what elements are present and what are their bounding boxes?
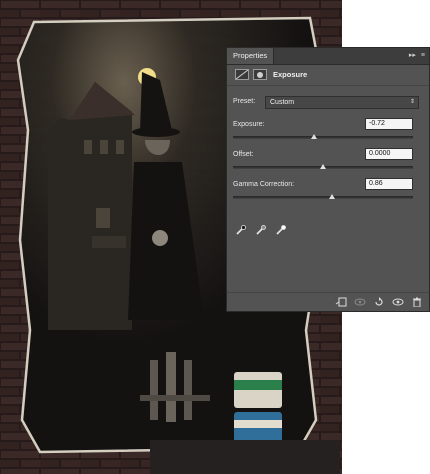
reset-icon[interactable] — [372, 296, 385, 307]
adjustment-title: Exposure — [273, 70, 308, 79]
panel-controls: ▸▸ ≡ — [409, 51, 425, 61]
offset-slider-thumb[interactable] — [320, 164, 326, 169]
eyedropper-group — [235, 224, 287, 236]
adjustment-header: Exposure — [227, 65, 429, 86]
panel-bottom-bar — [227, 292, 429, 311]
exposure-label: Exposure: — [233, 121, 265, 128]
gamma-label: Gamma Correction: — [233, 181, 295, 188]
trash-icon[interactable] — [410, 296, 423, 307]
bottom-icons — [334, 296, 423, 307]
gamma-slider[interactable] — [233, 196, 413, 199]
exposure-slider[interactable] — [233, 136, 413, 139]
preset-select[interactable]: Custom ⇕ — [265, 96, 419, 109]
exposure-input[interactable]: -0.72 — [365, 118, 413, 130]
exposure-adjustment-icon[interactable] — [235, 69, 249, 80]
gamma-slider-thumb[interactable] — [329, 194, 335, 199]
preset-row: Preset: Custom ⇕ — [233, 96, 423, 110]
clip-to-layer-icon[interactable] — [334, 296, 347, 307]
preset-label: Preset: — [233, 98, 256, 105]
offset-input[interactable]: 0.0000 — [365, 148, 413, 160]
white-point-eyedropper-icon[interactable] — [275, 224, 287, 236]
gray-point-eyedropper-icon[interactable] — [255, 224, 267, 236]
panel-tab-bar: Properties ▸▸ ≡ — [227, 48, 429, 65]
eye-icon[interactable] — [391, 296, 404, 307]
preset-value: Custom — [270, 99, 295, 106]
offset-label: Offset: — [233, 151, 254, 158]
gamma-input[interactable]: 0.86 — [365, 178, 413, 190]
select-arrows-icon: ⇕ — [409, 99, 415, 105]
collapse-icon[interactable]: ▸▸ — [409, 51, 416, 61]
visibility-link-icon[interactable] — [353, 296, 366, 307]
black-point-eyedropper-icon[interactable] — [235, 224, 247, 236]
layer-mask-icon[interactable] — [253, 69, 267, 80]
exposure-slider-thumb[interactable] — [311, 134, 317, 139]
properties-panel: Properties ▸▸ ≡ Exposure Preset: Custom … — [226, 47, 430, 312]
panel-menu-icon[interactable]: ≡ — [421, 51, 425, 61]
tab-properties[interactable]: Properties — [227, 48, 275, 64]
